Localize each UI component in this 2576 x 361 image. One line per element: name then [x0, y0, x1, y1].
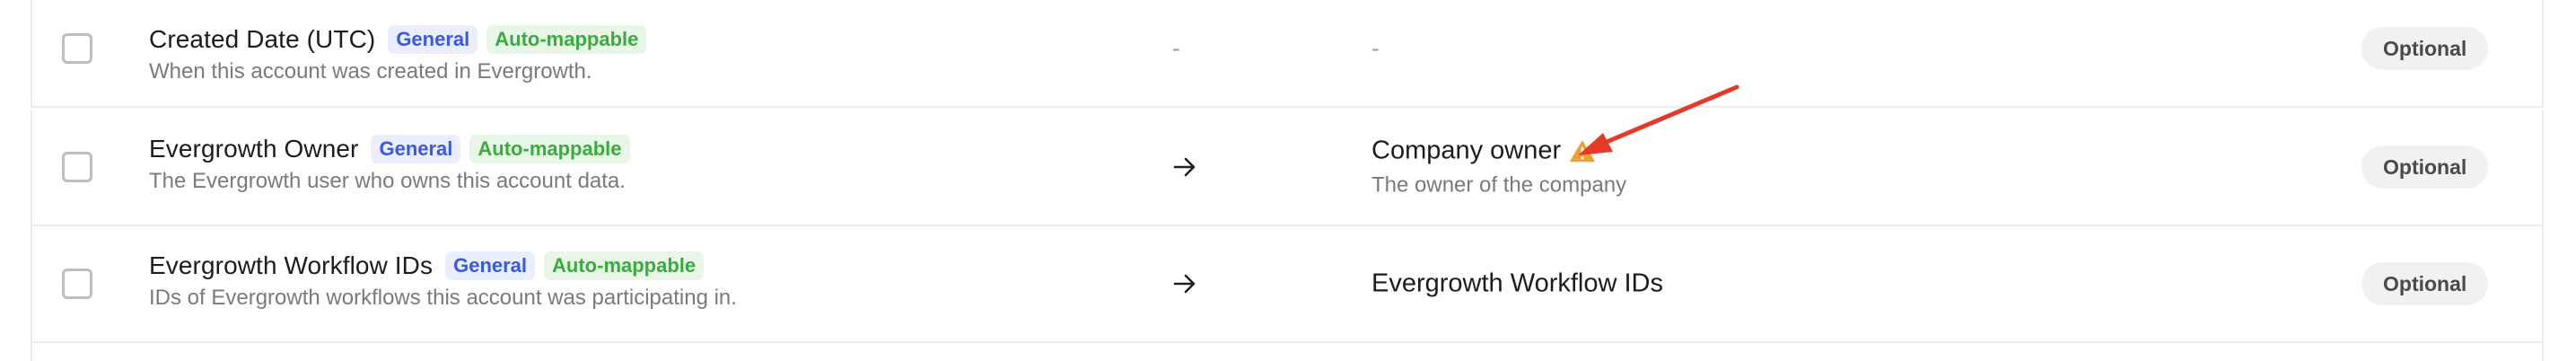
source-field-name: Created Date (UTC): [149, 25, 376, 53]
table-row: Evergrowth Workflow IDs General Auto-map…: [31, 226, 2544, 343]
target-field-name: Evergrowth Workflow IDs: [1371, 269, 1663, 298]
mapping-indicator: -: [1172, 34, 1180, 62]
general-badge: General: [445, 251, 536, 280]
auto-mappable-badge: Auto-mappable: [486, 25, 647, 54]
requirement-badge[interactable]: Optional: [2361, 145, 2489, 189]
field-mapping-table: Created Date (UTC) General Auto-mappable…: [0, 0, 2576, 361]
source-field: Created Date (UTC) General Auto-mappable…: [149, 22, 647, 84]
arrow-right-icon: [1173, 157, 1196, 177]
source-field-title: Evergrowth Workflow IDs General Auto-map…: [149, 248, 737, 284]
source-field-name: Evergrowth Workflow IDs: [149, 251, 434, 279]
table-row: Evergrowth Owner General Auto-mappable T…: [31, 110, 2544, 226]
general-badge: General: [388, 25, 478, 54]
source-field-description: IDs of Evergrowth workflows this account…: [149, 286, 737, 310]
target-field-name[interactable]: -: [1371, 35, 1380, 63]
target-field-description: The owner of the company: [1371, 172, 1627, 198]
source-field-title: Evergrowth Owner General Auto-mappable: [149, 131, 630, 167]
general-badge: General: [371, 135, 461, 163]
warning-icon[interactable]: [1570, 139, 1595, 163]
source-field: Evergrowth Owner General Auto-mappable T…: [149, 131, 630, 194]
target-field-title: Evergrowth Workflow IDs: [1371, 269, 1663, 299]
row-checkbox[interactable]: [62, 33, 92, 64]
table-row: Created Date (UTC) General Auto-mappable…: [31, 0, 2544, 108]
requirement-badge[interactable]: Optional: [2361, 27, 2489, 70]
auto-mappable-badge: Auto-mappable: [469, 135, 630, 163]
source-field-name: Evergrowth Owner: [149, 135, 359, 163]
target-field[interactable]: Company owner The owner of the company: [1371, 136, 1626, 198]
requirement-badge[interactable]: Optional: [2361, 262, 2489, 305]
row-checkbox[interactable]: [62, 269, 92, 299]
arrow-right-icon: [1173, 274, 1196, 294]
auto-mappable-badge: Auto-mappable: [544, 251, 705, 280]
row-checkbox[interactable]: [62, 152, 92, 182]
source-field: Evergrowth Workflow IDs General Auto-map…: [149, 248, 737, 311]
table-row: [31, 343, 2544, 361]
target-field-name: Company owner: [1371, 136, 1562, 165]
source-field-title: Created Date (UTC) General Auto-mappable: [149, 22, 647, 57]
target-field-title: Company owner: [1371, 136, 1626, 166]
source-field-description: The Evergrowth user who owns this accoun…: [149, 169, 626, 193]
target-field[interactable]: Evergrowth Workflow IDs: [1371, 269, 1663, 299]
source-field-description: When this account was created in Evergro…: [149, 59, 592, 84]
